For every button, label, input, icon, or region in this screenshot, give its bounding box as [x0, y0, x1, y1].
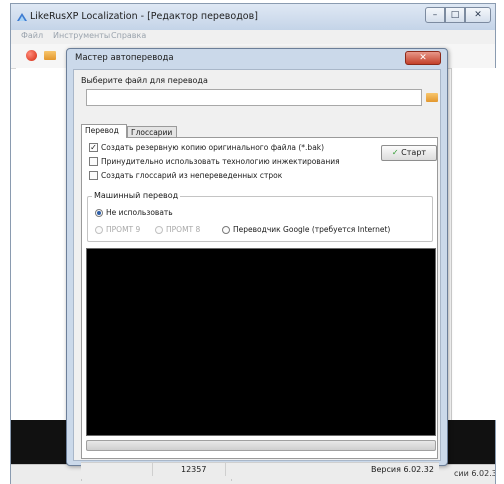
menu-bar: Файл Инструменты Справка	[11, 30, 495, 44]
close-button[interactable]: ✕	[465, 7, 491, 23]
record-icon[interactable]	[26, 50, 37, 61]
glossary-checkbox[interactable]	[89, 171, 98, 180]
radio-promt8	[155, 226, 163, 234]
radio-google-label: Переводчик Google (требуется Internet)	[233, 225, 391, 234]
progress-bar	[86, 440, 436, 451]
menu-file[interactable]: Файл	[21, 31, 43, 40]
app-logo-icon	[17, 13, 27, 21]
check-icon: ✓	[391, 148, 399, 157]
start-button[interactable]: ✓ Старт	[381, 145, 437, 161]
backup-checkbox-label: Создать резервную копию оригинального фа…	[101, 143, 325, 152]
radio-no-mt-label: Не использовать	[106, 208, 173, 217]
dialog-close-button[interactable]: ✕	[405, 51, 441, 65]
right-pane	[451, 68, 496, 420]
dialog-title: Мастер автоперевода	[75, 53, 174, 63]
maximize-button[interactable]: □	[445, 7, 465, 23]
log-output[interactable]	[86, 248, 436, 436]
file-label: Выберите файл для перевода	[81, 76, 208, 85]
main-window-title: LikeRusXP Localization - [Редактор перев…	[30, 11, 258, 22]
backup-checkbox[interactable]: ✓	[89, 143, 98, 152]
status-separator	[152, 463, 153, 476]
radio-no-mt[interactable]	[95, 209, 103, 217]
start-button-label: Старт	[401, 148, 427, 157]
minimize-button[interactable]: –	[425, 7, 445, 23]
status-separator	[225, 463, 226, 476]
left-pane	[16, 68, 69, 420]
main-title-bar: LikeRusXP Localization - [Редактор перев…	[11, 4, 495, 30]
menu-help[interactable]: Справка	[111, 31, 146, 40]
radio-promt9-label: ПРОМТ 9	[106, 225, 141, 234]
tab-translate[interactable]: Перевод	[81, 124, 127, 138]
folder-icon[interactable]	[426, 93, 438, 102]
file-path-input[interactable]	[86, 89, 422, 106]
folder-icon[interactable]	[44, 51, 56, 60]
injection-checkbox[interactable]	[89, 157, 98, 166]
dialog-status-count: 12357	[181, 465, 207, 474]
machine-translation-legend: Машинный перевод	[92, 191, 181, 200]
auto-translate-dialog: Мастер автоперевода ✕ Выберите файл для …	[66, 48, 448, 479]
radio-google[interactable]	[222, 226, 230, 234]
main-status-version: сии 6.02.32	[454, 469, 495, 478]
dialog-status-version: Версия 6.02.32	[371, 465, 434, 474]
glossary-checkbox-label: Создать глоссарий из непереведенных стро…	[101, 171, 283, 180]
machine-translation-group	[87, 196, 433, 242]
radio-promt8-label: ПРОМТ 8	[166, 225, 201, 234]
menu-tools[interactable]: Инструменты	[53, 31, 110, 40]
injection-checkbox-label: Принудительно использовать технологию ин…	[101, 157, 340, 166]
radio-promt9	[95, 226, 103, 234]
